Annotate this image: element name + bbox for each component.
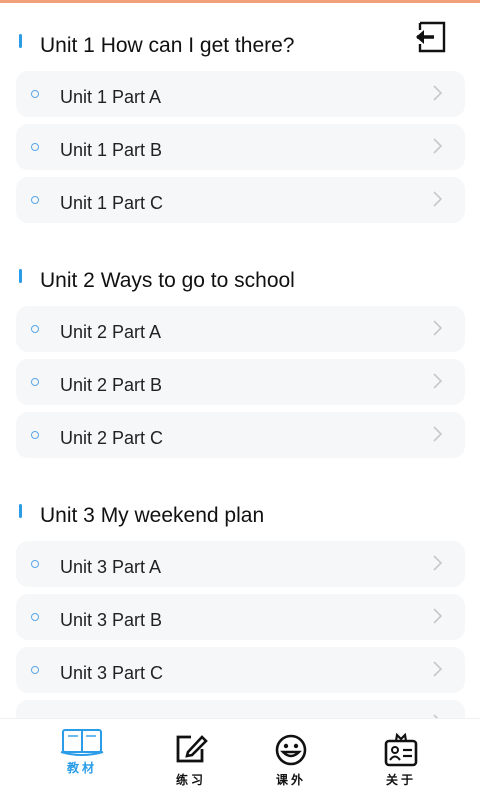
chevron-right-icon — [433, 426, 442, 442]
bullet-icon — [31, 325, 39, 333]
list-item-label: Unit 1 Part C — [60, 193, 164, 213]
tab-textbook[interactable]: 教材 — [37, 719, 127, 801]
tab-extracurricular[interactable]: 课外 — [246, 719, 336, 801]
list-item-unit1-part-a[interactable]: Unit 1 Part A — [16, 71, 465, 117]
unit-title: Unit 1 How can I get there? — [40, 34, 295, 57]
unit-header: Unit 2 Ways to go to school — [0, 265, 480, 309]
tab-about[interactable]: 关于 — [356, 719, 446, 801]
tab-label: 课外 — [275, 773, 306, 787]
list-item-label: Unit 2 Part B — [60, 375, 163, 395]
bullet-icon — [31, 613, 39, 621]
list-item-unit2-part-b[interactable]: Unit 2 Part B — [16, 359, 465, 405]
bullet-icon — [31, 196, 39, 204]
unit-title: Unit 3 My weekend plan — [40, 504, 265, 527]
list-item-unit3-part-a[interactable]: Unit 3 Part A — [16, 541, 465, 587]
list-item-label: Unit 1 Part A — [60, 87, 162, 107]
edit-icon — [176, 735, 208, 763]
list-item-unit2-part-a[interactable]: Unit 2 Part A — [16, 306, 465, 352]
tab-label: 教材 — [66, 761, 97, 775]
unit-section-1: Unit 1 How can I get there? — [0, 30, 480, 74]
chevron-right-icon — [433, 373, 442, 389]
bullet-icon — [31, 378, 39, 386]
bullet-icon — [31, 431, 39, 439]
bullet-icon — [31, 560, 39, 568]
list-item-unit3-part-b[interactable]: Unit 3 Part B — [16, 594, 465, 640]
unit-marker — [19, 504, 22, 518]
unit-header: Unit 1 How can I get there? — [0, 30, 480, 74]
list-item-label: Unit 1 Part B — [60, 140, 163, 160]
list-item-label: Unit 3 Part C — [60, 663, 164, 683]
chevron-right-icon — [433, 661, 442, 677]
bullet-icon — [31, 90, 39, 98]
chevron-right-icon — [433, 85, 442, 101]
unit-marker — [19, 269, 22, 283]
unit-section-3: Unit 3 My weekend plan — [0, 500, 480, 544]
unit-title: Unit 2 Ways to go to school — [40, 269, 295, 292]
list-item-partial[interactable] — [16, 700, 465, 718]
chevron-right-icon — [433, 191, 442, 207]
list-item-label: Unit 2 Part C — [60, 428, 164, 448]
tab-label: 练习 — [175, 773, 206, 787]
chevron-right-icon — [433, 555, 442, 571]
list-item-label: Unit 3 Part A — [60, 557, 162, 577]
smiley-icon — [275, 734, 307, 766]
unit-section-2: Unit 2 Ways to go to school — [0, 265, 480, 309]
list-item-unit1-part-b[interactable]: Unit 1 Part B — [16, 124, 465, 170]
chevron-right-icon — [433, 608, 442, 624]
list-item-label: Unit 2 Part A — [60, 322, 162, 342]
chevron-right-icon — [433, 138, 442, 154]
unit-header: Unit 3 My weekend plan — [0, 500, 480, 544]
chevron-right-icon — [433, 320, 442, 336]
bullet-icon — [31, 143, 39, 151]
unit-marker — [19, 34, 22, 48]
unit-list: Unit 1 How can I get there? Unit 1 Part … — [0, 0, 480, 718]
bottom-tab-bar: 教材 练习 课外 关于 — [0, 718, 480, 801]
list-item-unit1-part-c[interactable]: Unit 1 Part C — [16, 177, 465, 223]
tab-label: 关于 — [385, 773, 416, 787]
id-badge-icon — [384, 733, 418, 767]
list-item-unit3-part-c[interactable]: Unit 3 Part C — [16, 647, 465, 693]
bullet-icon — [31, 666, 39, 674]
book-icon — [60, 729, 104, 756]
tab-practice[interactable]: 练习 — [146, 719, 236, 801]
exit-icon[interactable] — [414, 20, 448, 54]
list-item-unit2-part-c[interactable]: Unit 2 Part C — [16, 412, 465, 458]
list-item-label: Unit 3 Part B — [60, 610, 163, 630]
